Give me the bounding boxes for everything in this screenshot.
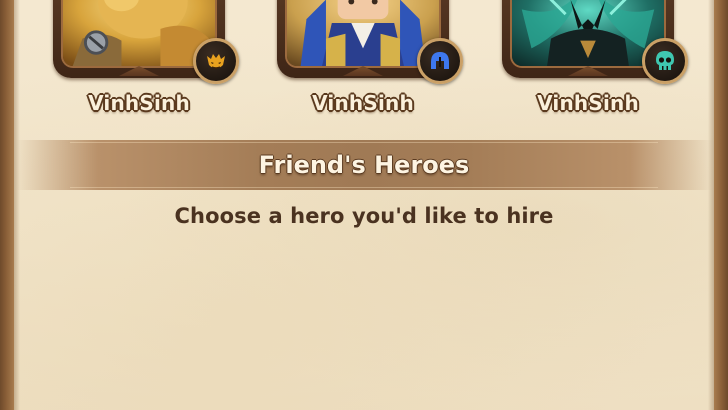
friend-hero-card-2[interactable]: VinhSinh [263, 0, 463, 125]
hero-owner-name: VinhSinh [88, 91, 190, 115]
friend-hero-card-3[interactable]: VinhSinh [488, 0, 688, 125]
instruction-text: Choose a hero you'd like to hire [174, 204, 554, 228]
friend-hero-card-1[interactable]: VinhSinh [39, 0, 239, 125]
hero-class-badge [193, 38, 239, 84]
section-banner: Friend's Heroes [14, 140, 714, 190]
hero-owner-name: VinhSinh [312, 91, 414, 115]
section-title: Friend's Heroes [258, 151, 470, 179]
demon-face-icon [207, 54, 225, 69]
hero-class-badge [417, 38, 463, 84]
hero-owner-name: VinhSinh [537, 91, 639, 115]
hero-class-badge [642, 38, 688, 84]
hero-portrait-image [512, 0, 664, 66]
helmet-icon [431, 52, 449, 69]
hero-portrait-image [287, 0, 439, 66]
hero-portrait-image [63, 0, 215, 66]
hire-hero-screen: VinhSinh VinhSinh VinhSinh Friend's Hero… [0, 0, 728, 410]
skull-icon [656, 51, 674, 70]
